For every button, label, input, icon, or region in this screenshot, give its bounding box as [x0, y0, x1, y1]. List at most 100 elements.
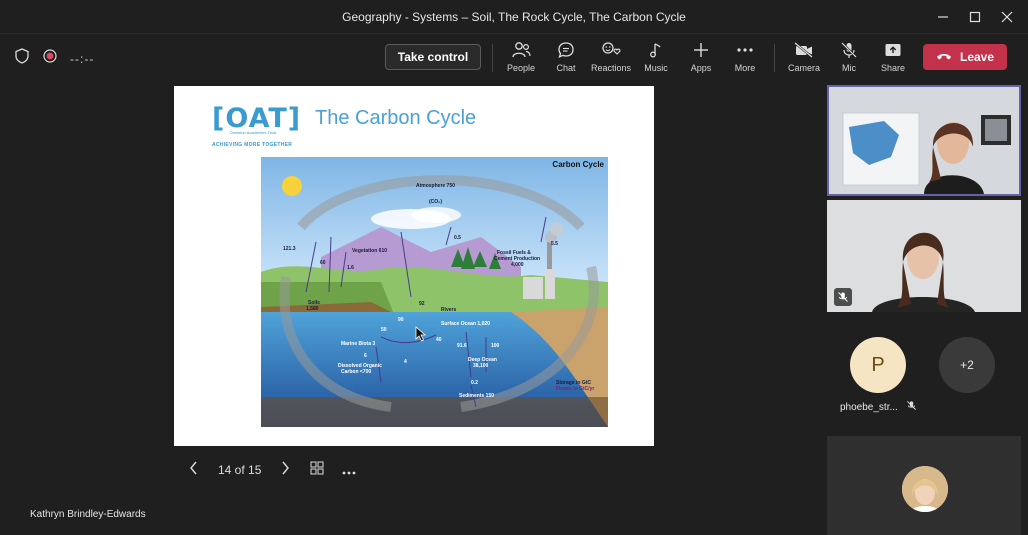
label-sediments: Sediments 150	[459, 393, 495, 399]
participant-panel: P +2 phoebe_str...	[824, 82, 1028, 535]
camera-button[interactable]: Camera	[782, 40, 826, 73]
label-deep-ocean-value: 38,100	[473, 363, 489, 369]
more-button[interactable]: More	[723, 40, 767, 73]
music-icon	[648, 40, 664, 60]
leave-button[interactable]: Leave	[923, 44, 1007, 70]
title-bar: Geography - Systems – Soil, The Rock Cyc…	[0, 0, 1028, 34]
diagram-title: Carbon Cycle	[552, 160, 604, 169]
label-dissolved-carbon: Carbon <700	[341, 369, 372, 375]
carbon-cycle-diagram: Carbon Cycle Atmosphere 750 (CO₂) Vegeta…	[261, 157, 608, 427]
flux-0-2: 0.2	[471, 380, 478, 386]
logo-tagline: ACHIEVING MORE TOGETHER	[212, 142, 293, 148]
close-icon[interactable]	[994, 6, 1020, 28]
label-atmosphere: Atmosphere 750	[416, 183, 455, 189]
mic-label: Mic	[842, 63, 856, 73]
divider	[492, 44, 493, 72]
flux-6: 6	[364, 353, 367, 359]
window-title: Geography - Systems – Soil, The Rock Cyc…	[342, 10, 686, 24]
oat-logo: [OAT] Ormiston Academies Trust	[212, 104, 300, 136]
participant-video[interactable]	[827, 200, 1021, 312]
label-soils-value: 1,580	[306, 306, 319, 312]
flux-0-5: 0.5	[454, 235, 461, 241]
phone-hangup-icon	[936, 50, 952, 64]
people-label: People	[506, 63, 536, 73]
chat-label: Chat	[556, 63, 576, 73]
take-control-button[interactable]: Take control	[385, 44, 481, 70]
flux-121-3: 121.3	[283, 246, 296, 252]
label-fluxes: Fluxes in GtC/yr	[556, 386, 595, 392]
self-avatar	[902, 466, 948, 512]
more-label: More	[734, 63, 756, 73]
participant-video-active[interactable]	[827, 85, 1021, 196]
apps-label: Apps	[690, 63, 712, 73]
people-icon	[511, 40, 531, 60]
music-label: Music	[644, 63, 668, 73]
minimize-icon[interactable]	[930, 6, 956, 28]
slide-pager: 14 of 15	[182, 461, 361, 478]
slide-more-button[interactable]	[337, 462, 361, 478]
flux-1-6: 1.6	[347, 265, 354, 271]
reactions-label: Reactions	[590, 63, 632, 73]
flux-90: 90	[398, 317, 404, 323]
people-button[interactable]: People	[499, 40, 543, 73]
camera-label: Camera	[787, 63, 820, 73]
previous-slide-button[interactable]	[182, 461, 206, 478]
self-view[interactable]	[827, 436, 1021, 535]
participant-video-frame	[827, 200, 1021, 312]
shield-icon[interactable]	[14, 48, 30, 69]
plus-icon	[693, 40, 709, 60]
mouse-cursor-icon	[415, 326, 427, 342]
chat-button[interactable]: Chat	[544, 40, 588, 73]
apps-button[interactable]: Apps	[679, 40, 723, 73]
chat-icon	[557, 40, 575, 60]
label-co2: (CO₂)	[429, 199, 443, 205]
more-icon	[342, 471, 356, 474]
participant-avatar[interactable]: P	[850, 337, 906, 393]
presentation-slide: [OAT] Ormiston Academies Trust ACHIEVING…	[174, 86, 654, 446]
mic-off-icon	[840, 40, 858, 60]
flux-91-6: 91.6	[457, 343, 467, 349]
label-marine-biota: Marine Biota 3	[341, 341, 376, 347]
more-participants-button[interactable]: +2	[939, 337, 995, 393]
flux-92: 92	[419, 301, 425, 307]
recording-icon	[42, 48, 58, 69]
chevron-left-icon	[190, 461, 197, 475]
music-button[interactable]: Music	[634, 40, 678, 73]
participant-name-row: phoebe_str...	[840, 400, 917, 414]
grid-view-button[interactable]	[305, 461, 329, 478]
mic-off-icon	[906, 400, 917, 414]
reactions-button[interactable]: Reactions	[589, 40, 633, 73]
share-label: Share	[880, 63, 906, 73]
flux-4: 4	[404, 359, 407, 365]
flux-40: 40	[436, 337, 442, 343]
camera-off-icon	[794, 40, 814, 60]
presenter-name: Kathryn Brindley-Edwards	[30, 509, 146, 520]
label-surface-ocean: Surface Ocean 1,020	[441, 321, 490, 327]
meeting-timer: --:--	[70, 51, 95, 66]
more-icon	[737, 40, 753, 60]
maximize-icon[interactable]	[962, 6, 988, 28]
flux-60: 60	[320, 260, 326, 266]
flux-50: 50	[381, 327, 387, 333]
mic-button[interactable]: Mic	[827, 40, 871, 73]
share-button[interactable]: Share	[871, 40, 915, 73]
chevron-right-icon	[282, 461, 290, 475]
next-slide-button[interactable]	[273, 461, 297, 478]
share-icon	[884, 40, 902, 60]
shared-content-stage: [OAT] Ormiston Academies Trust ACHIEVING…	[0, 82, 822, 535]
participant-video-frame	[829, 87, 1019, 194]
reactions-icon	[601, 40, 621, 60]
participant-name: phoebe_str...	[840, 401, 898, 413]
meeting-toolbar: --:-- Take control People Chat Reactions…	[0, 34, 1028, 82]
label-fossil-value: 4,000	[511, 262, 524, 268]
divider	[774, 44, 775, 72]
flux-5-5: 5.5	[551, 241, 558, 247]
slide-counter: 14 of 15	[218, 462, 262, 477]
label-vegetation: Vegetation 610	[352, 248, 388, 254]
grid-view-icon	[310, 461, 324, 475]
flux-100: 100	[491, 343, 500, 349]
leave-label: Leave	[959, 50, 995, 64]
label-rivers: Rivers	[441, 307, 457, 313]
slide-title: The Carbon Cycle	[315, 107, 477, 129]
mic-off-icon	[834, 288, 852, 306]
